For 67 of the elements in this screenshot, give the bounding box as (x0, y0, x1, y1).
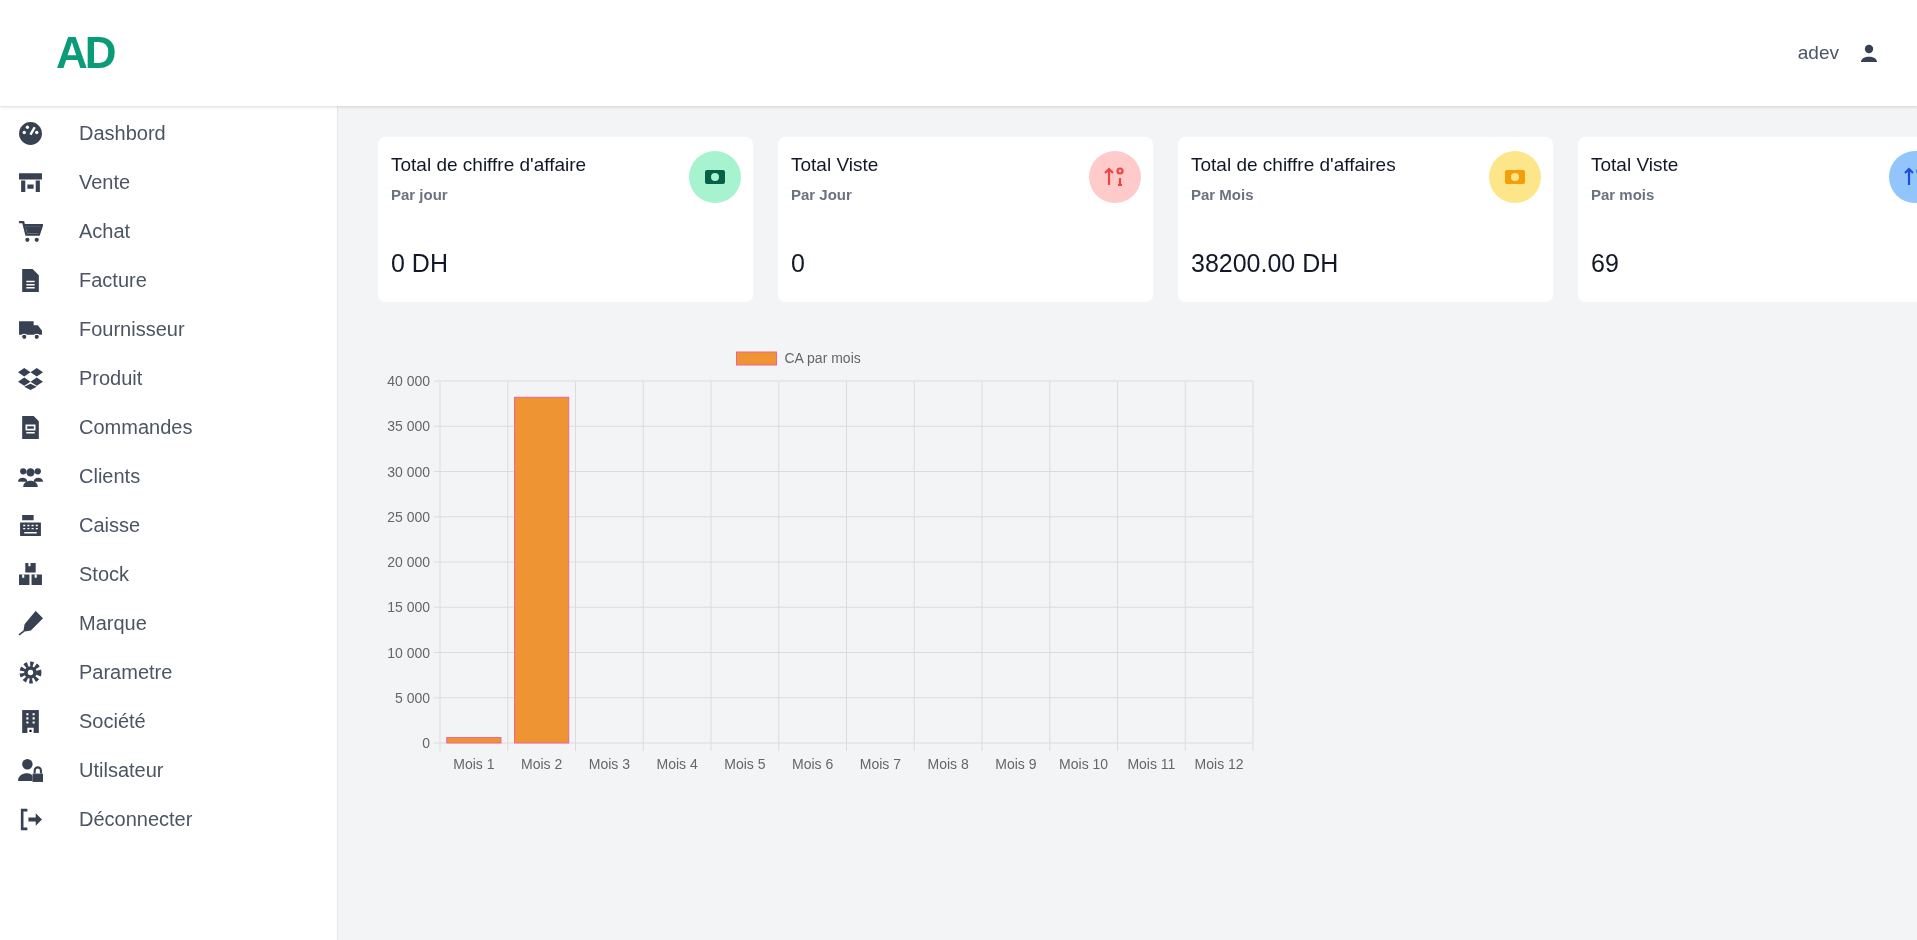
y-tick-label: 40 000 (387, 373, 430, 389)
card-title: Total de chiffre d'affaires (1191, 153, 1396, 176)
card-subtitle: Par jour (391, 186, 449, 203)
user-icon[interactable] (1861, 44, 1877, 62)
card-value: 0 DH (391, 249, 449, 278)
sidebar-item[interactable]: Achat (0, 207, 337, 256)
x-tick-label: Mois 4 (656, 756, 698, 772)
gauge-icon (18, 121, 43, 146)
x-tick-label: Mois 2 (521, 756, 563, 772)
sidebar-item[interactable]: Parametre (0, 648, 337, 697)
sidebar-item[interactable]: Marque (0, 599, 337, 648)
card-subtitle: Par Jour (791, 186, 853, 203)
x-tick-label: Mois 5 (724, 756, 766, 772)
y-tick-label: 25 000 (387, 508, 430, 525)
logo: AD (56, 28, 116, 78)
y-tick-label: 10 000 (387, 644, 430, 661)
card-subtitle: Par Mois (1191, 186, 1255, 203)
boxes-icon (18, 562, 43, 587)
x-tick-label: Mois 9 (995, 756, 1037, 772)
card-title: Total Viste (1591, 153, 1679, 176)
legend-swatch[interactable] (736, 351, 777, 366)
sidebar-item[interactable]: Utilsateur (0, 746, 337, 795)
x-tick-label: Mois 3 (588, 756, 630, 772)
sidebar-item[interactable]: Dashbord (0, 109, 337, 158)
pen-icon (18, 611, 43, 636)
card-value: 38200.00 DH (1191, 249, 1340, 278)
y-tick-label: 35 000 (387, 418, 430, 435)
y-tick-label: 20 000 (387, 554, 430, 570)
card-title: Total de chiffre d'affaire (391, 153, 587, 176)
y-tick-label: 15 000 (387, 599, 430, 616)
y-tick-label: 0 (422, 735, 430, 751)
sidebar-item[interactable]: Clients (0, 452, 337, 501)
banknote-icon (1489, 151, 1541, 203)
legend-label: CA par mois (784, 350, 861, 366)
logout-icon (18, 807, 43, 832)
x-tick-label: Mois 11 (1127, 756, 1176, 772)
y-tick-label: 5 000 (394, 689, 430, 706)
banknote-icon (689, 151, 741, 203)
x-tick-label: Mois 7 (859, 756, 901, 772)
sidebar-item[interactable]: Société (0, 697, 337, 746)
card-title: Total Viste (791, 153, 879, 176)
card-subtitle: Par mois (1591, 186, 1656, 203)
sidebar-item[interactable]: Commandes (0, 403, 337, 452)
sidebar-item[interactable]: Produit (0, 354, 337, 403)
sidebar-item[interactable]: Caisse (0, 501, 337, 550)
sidebar-item[interactable]: Fournisseur (0, 305, 337, 354)
x-tick-label: Mois 12 (1194, 756, 1244, 772)
arrows-icon (1089, 151, 1141, 203)
sidebar-item[interactable]: Stock (0, 550, 337, 599)
cash-register-icon (18, 513, 43, 538)
user-lock-icon (18, 758, 43, 783)
x-tick-label: Mois 1 (453, 756, 495, 772)
cart-icon (18, 219, 43, 244)
box-icon (18, 366, 43, 391)
sidebar-item[interactable]: Facture (0, 256, 337, 305)
bar (446, 737, 502, 744)
card-value: 0 (791, 249, 806, 278)
user-name: adev (1797, 42, 1839, 64)
sidebar-item[interactable]: Déconnecter (0, 795, 337, 844)
x-tick-label: Mois 6 (792, 756, 834, 772)
gear-icon (18, 660, 43, 685)
x-tick-label: Mois 8 (927, 756, 969, 772)
storefront-icon (18, 170, 43, 195)
sidebar-item[interactable]: Vente (0, 158, 337, 207)
x-tick-label: Mois 10 (1059, 756, 1109, 772)
card-value: 69 (1591, 249, 1620, 278)
y-tick-label: 30 000 (387, 463, 430, 480)
